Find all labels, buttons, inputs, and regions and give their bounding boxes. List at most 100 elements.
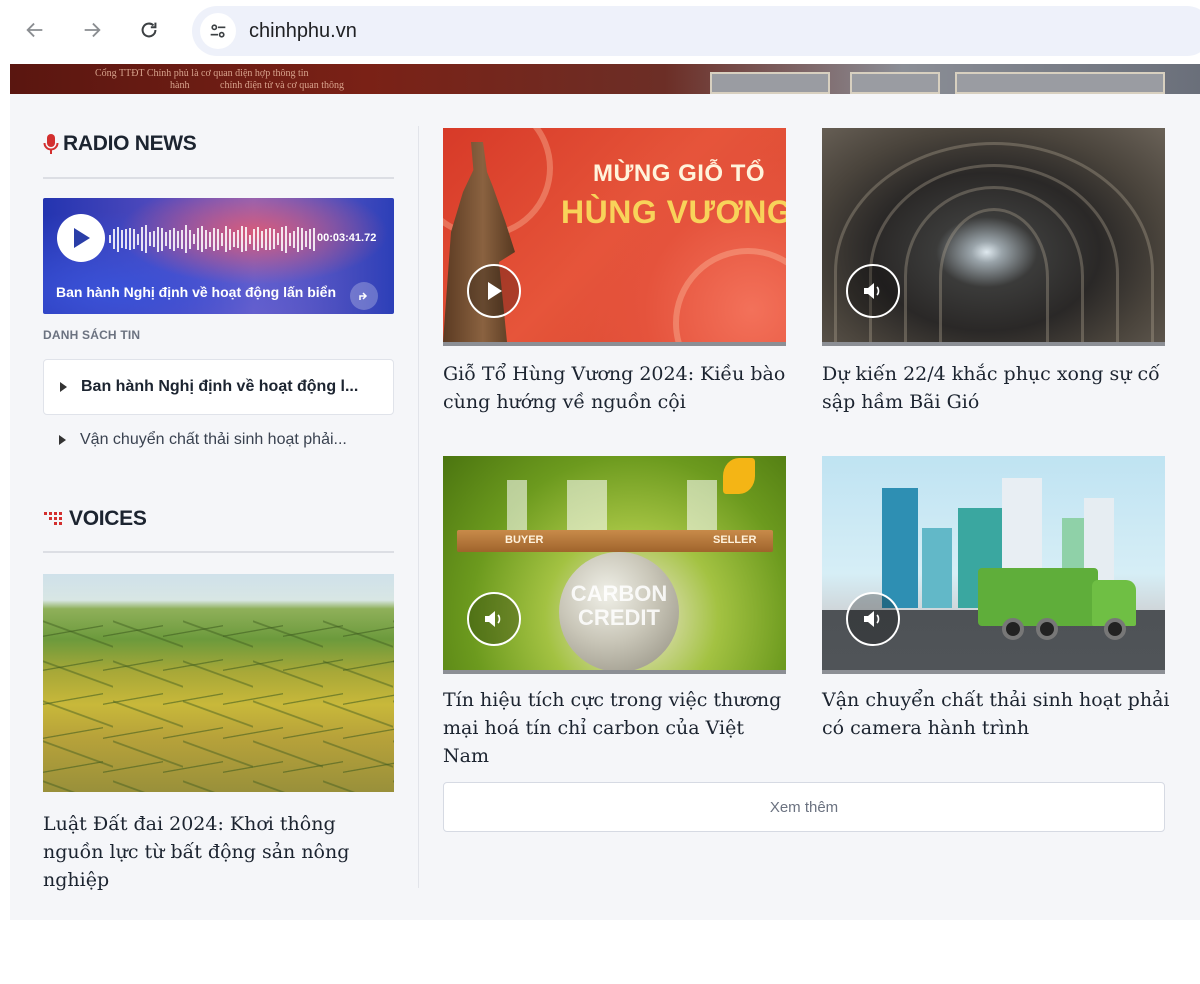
- waveform-bar: [145, 225, 147, 253]
- banner-text: Cổng TTĐT Chính phủ là cơ quan điện hợp …: [95, 68, 309, 79]
- waveform-bar: [201, 226, 203, 252]
- section-title: RADIO NEWS: [63, 132, 197, 155]
- waveform-bar: [113, 229, 115, 249]
- waveform-bar: [177, 230, 179, 248]
- article-title[interactable]: Tín hiệu tích cực trong việc thương mại …: [443, 686, 793, 770]
- header-banner: Cổng TTĐT Chính phủ là cơ quan điện hợp …: [10, 64, 1200, 94]
- waveform-bar: [129, 228, 131, 250]
- article-thumbnail[interactable]: MỪNG GIỖ TỔ HÙNG VƯƠNG: [443, 128, 786, 346]
- image-text: MỪNG GIỖ TỔ: [593, 160, 766, 187]
- radio-list-item-label: Ban hành Nghị định về hoạt động l...: [81, 378, 359, 395]
- banner-text: chính điện tử và cơ quan thông: [220, 80, 345, 91]
- waveform-bar: [193, 234, 195, 244]
- address-bar[interactable]: chinhphu.vn: [192, 6, 1200, 56]
- back-icon[interactable]: [19, 14, 51, 46]
- tunnel-arch: [938, 208, 1049, 342]
- waveform-bar: [141, 227, 143, 251]
- microphone-icon: [43, 134, 59, 154]
- waveform-bar: [309, 229, 311, 249]
- building: [882, 488, 918, 608]
- section-divider: [43, 551, 394, 553]
- truck-wheel: [1036, 618, 1058, 640]
- waveform-bar: [109, 235, 111, 243]
- video-play-button[interactable]: [467, 264, 521, 318]
- radio-list-item[interactable]: Ban hành Nghị định về hoạt động l...: [43, 359, 394, 415]
- waveform-bar: [245, 227, 247, 251]
- browser-toolbar: chinhphu.vn: [0, 0, 1200, 64]
- waveform-bar: [297, 226, 299, 252]
- waveform-bar: [261, 230, 263, 248]
- waveform-bar: [249, 234, 251, 244]
- play-icon: [74, 228, 90, 248]
- play-button[interactable]: [57, 214, 105, 262]
- butterfly-decor: [723, 458, 755, 494]
- waveform-bar: [277, 233, 279, 245]
- audio-play-button[interactable]: [846, 264, 900, 318]
- waveform-bar: [137, 233, 139, 245]
- waveform-bar: [197, 228, 199, 250]
- voices-article-title[interactable]: Luật Đất đai 2024: Khơi thông nguồn lực …: [43, 810, 394, 894]
- share-button[interactable]: [350, 282, 378, 310]
- section-divider: [43, 177, 394, 179]
- waveform-bar: [265, 228, 267, 250]
- building: [922, 528, 952, 608]
- waveform-bar: [117, 226, 119, 252]
- waveform-bar: [153, 231, 155, 247]
- waveform-bar: [125, 229, 127, 249]
- image-text: HÙNG VƯƠNG: [561, 194, 786, 230]
- waveform-bar: [253, 228, 255, 250]
- waveform-bar: [221, 232, 223, 246]
- audio-play-button[interactable]: [846, 592, 900, 646]
- waveform-bar: [121, 230, 123, 248]
- waveform-bar: [205, 229, 207, 249]
- waveform-bar: [189, 229, 191, 249]
- banner-text: hành: [170, 80, 190, 91]
- field-pattern: [43, 614, 394, 792]
- image-text: SELLER: [713, 534, 757, 546]
- waveform-bar: [217, 228, 219, 250]
- forward-icon[interactable]: [76, 14, 108, 46]
- waveform-bar: [305, 231, 307, 247]
- waveform-bar: [213, 227, 215, 251]
- article-thumbnail[interactable]: [822, 128, 1165, 346]
- article-title[interactable]: Giỗ Tổ Hùng Vương 2024: Kiều bào cùng hư…: [443, 360, 793, 416]
- voices-thumbnail[interactable]: [43, 574, 394, 792]
- main-content: RADIO NEWS 00:03:41.72 Ban hành Nghị địn…: [10, 94, 1200, 920]
- audio-play-button[interactable]: [467, 592, 521, 646]
- city-silhouette: [467, 480, 767, 530]
- waveform-bar: [157, 226, 159, 252]
- truck-wheel: [1104, 618, 1126, 640]
- voices-heading: VOICES: [43, 507, 147, 531]
- reload-icon[interactable]: [133, 14, 165, 46]
- waveform-bar: [161, 227, 163, 251]
- waveform-bar: [209, 231, 211, 247]
- article-thumbnail[interactable]: BUYER SELLER CARBON CREDIT: [443, 456, 786, 674]
- site-info-icon[interactable]: [200, 13, 236, 49]
- article-title[interactable]: Vận chuyển chất thải sinh hoạt phải có c…: [822, 686, 1172, 742]
- section-title: VOICES: [69, 507, 147, 530]
- waveform-bar: [273, 229, 275, 249]
- radio-list-item[interactable]: Vận chuyển chất thải sinh hoạt phải...: [43, 412, 394, 468]
- waveform-bar: [301, 228, 303, 250]
- waveform-bar: [169, 229, 171, 249]
- news-list-label: DANH SÁCH TIN: [43, 328, 141, 342]
- banner-frame: [850, 72, 940, 94]
- waveform-bar: [313, 227, 315, 251]
- waveform-bar: [181, 229, 183, 249]
- waveform-bar: [285, 225, 287, 253]
- waveform-bar: [149, 232, 151, 246]
- url-text[interactable]: chinhphu.vn: [249, 20, 357, 43]
- waveform-bar: [233, 231, 235, 247]
- audio-title[interactable]: Ban hành Nghị định về hoạt động lấn biển: [56, 284, 336, 300]
- load-more-button[interactable]: Xem thêm: [443, 782, 1165, 832]
- radio-news-heading: RADIO NEWS: [43, 132, 197, 156]
- audio-timecode: 00:03:41.72: [317, 232, 377, 244]
- audio-waveform[interactable]: [109, 222, 315, 256]
- audio-player[interactable]: 00:03:41.72 Ban hành Nghị định về hoạt đ…: [43, 198, 394, 314]
- image-text: BUYER: [505, 534, 544, 546]
- article-title[interactable]: Dự kiến 22/4 khắc phục xong sự cố sập hầ…: [822, 360, 1172, 416]
- waveform-bar: [133, 229, 135, 249]
- play-icon: [488, 282, 502, 300]
- speaker-icon: [864, 611, 880, 627]
- article-thumbnail[interactable]: [822, 456, 1165, 674]
